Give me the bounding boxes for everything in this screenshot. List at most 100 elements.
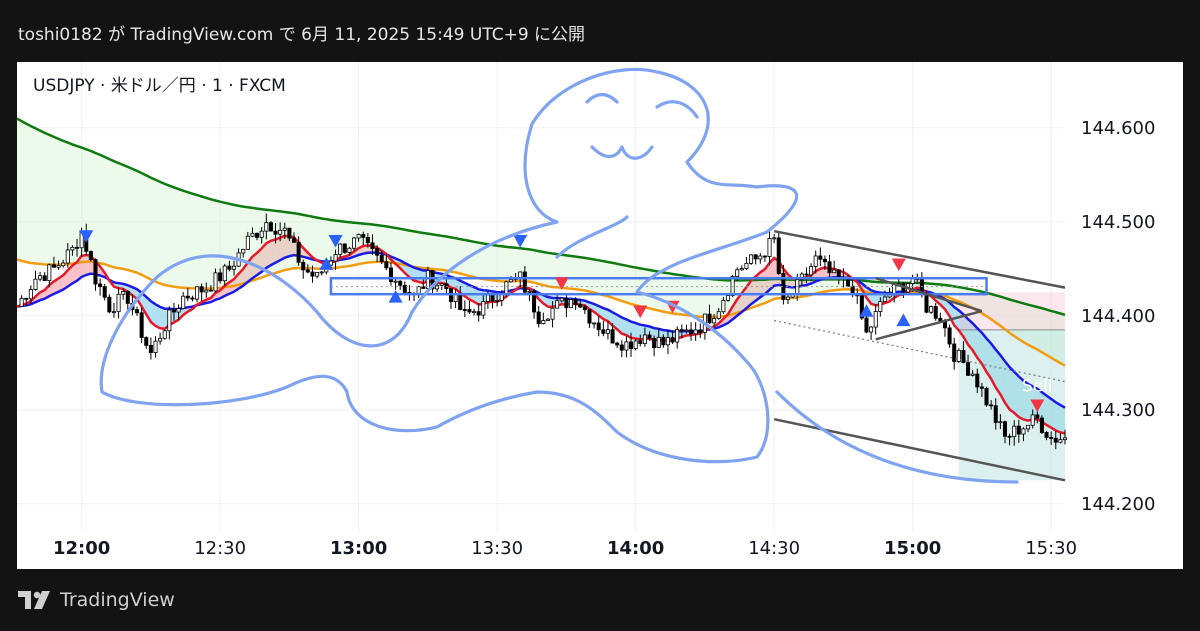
candle-body [481, 301, 486, 316]
candle-body [398, 280, 403, 286]
candle-body [878, 301, 883, 312]
candle-body [315, 272, 320, 277]
candle-body [1044, 432, 1049, 438]
candle-body [472, 311, 477, 314]
candle-body [665, 337, 670, 346]
candle-body [582, 306, 587, 311]
candle-body [375, 248, 380, 256]
candle-body [208, 289, 213, 292]
candle-body [259, 230, 264, 238]
candle-body [758, 255, 763, 260]
candle-body [1002, 421, 1007, 437]
candle-body [970, 373, 975, 376]
price-tick: 144.400 [1081, 306, 1155, 327]
ghost-sketch-eye-left [585, 92, 619, 104]
candle-body [956, 349, 961, 362]
time-axis[interactable]: 12:00 12:30 13:00 13:30 14:00 14:30 15:00 15:30 [53, 538, 1077, 559]
candle-body [910, 278, 915, 284]
candle-body [365, 236, 370, 244]
candle-body [51, 264, 56, 268]
candle-body [578, 304, 583, 308]
candle-body [721, 299, 726, 313]
candle-body [70, 246, 75, 251]
candle-body [111, 311, 116, 314]
ghost-sketch-eye-right [655, 100, 699, 119]
candle-body [61, 262, 66, 267]
candle-body [555, 300, 560, 309]
candle-body [24, 297, 29, 300]
candle-body [1026, 424, 1031, 430]
candle-body [813, 255, 818, 267]
candle-body [458, 292, 463, 310]
candle-body [167, 309, 172, 332]
candle-body [1016, 425, 1021, 435]
candle-body [541, 320, 546, 325]
sell-marker [891, 258, 906, 272]
chart-panel[interactable]: Sell 144.600 144.500 144.400 144.300 144.200… [17, 62, 1183, 569]
candle-body [661, 336, 666, 346]
candle-body [333, 254, 338, 262]
candle-body [767, 238, 772, 257]
candle-body [684, 329, 689, 332]
candle-body [28, 289, 33, 300]
time-tick: 14:30 [748, 538, 800, 559]
candle-body [652, 337, 657, 349]
candle-body [592, 322, 597, 325]
price-axis[interactable]: 144.600 144.500 144.400 144.300 144.200 [1081, 118, 1155, 515]
candle-body [42, 275, 47, 282]
time-tick: 12:00 [53, 538, 110, 559]
candle-body [642, 334, 647, 344]
candle-body [1058, 439, 1063, 443]
candle-body [47, 264, 52, 282]
brand-name: TradingView [60, 589, 175, 611]
price-tick: 144.500 [1081, 212, 1155, 233]
candle-body [490, 294, 495, 302]
candle-body [564, 297, 569, 309]
candle-body [527, 291, 532, 293]
candle-body [864, 317, 869, 333]
sell-label: Sell [1022, 377, 1053, 397]
candle-body [601, 329, 606, 334]
candle-body [273, 230, 278, 235]
candle-body [619, 344, 624, 351]
candle-body [504, 281, 509, 294]
ma-fill-segment [160, 306, 165, 329]
candle-body [439, 283, 444, 286]
candle-body [287, 227, 292, 239]
candle-body [749, 254, 754, 264]
candle-body [753, 254, 758, 260]
candle-body [984, 387, 989, 406]
brand[interactable]: TradingView [18, 589, 175, 611]
candle-body [153, 340, 158, 353]
candle-body [1012, 425, 1017, 438]
candle-body [647, 334, 652, 339]
candle-body [675, 329, 680, 343]
candle-body [135, 309, 140, 314]
candle-body [989, 404, 994, 407]
candle-body [19, 297, 24, 307]
buy-marker [388, 290, 403, 303]
candle-body [998, 421, 1003, 424]
candle-body [559, 297, 564, 302]
candle-body [522, 271, 527, 293]
candle-body [199, 286, 204, 293]
candle-body [222, 265, 227, 282]
candle-body [1007, 435, 1012, 438]
candle-body [689, 329, 694, 335]
candle-body [961, 349, 966, 363]
candle-body [670, 337, 675, 343]
candle-body [1030, 414, 1035, 426]
candle-body [213, 272, 218, 292]
candle-body [873, 311, 878, 328]
candle-body [139, 312, 144, 338]
candle-body [116, 293, 121, 313]
candle-body [495, 299, 500, 302]
candle-body [698, 329, 703, 333]
symbol-legend[interactable]: USDJPY · 米ドル／円 · 1 · FXCM [33, 71, 286, 96]
candle-body [310, 271, 315, 277]
candle-body [342, 243, 347, 253]
price-chart[interactable]: Sell 144.600 144.500 144.400 144.300 144.200… [17, 62, 1183, 569]
candle-body [56, 265, 61, 268]
candle-body [772, 237, 777, 240]
candle-body [38, 275, 43, 280]
